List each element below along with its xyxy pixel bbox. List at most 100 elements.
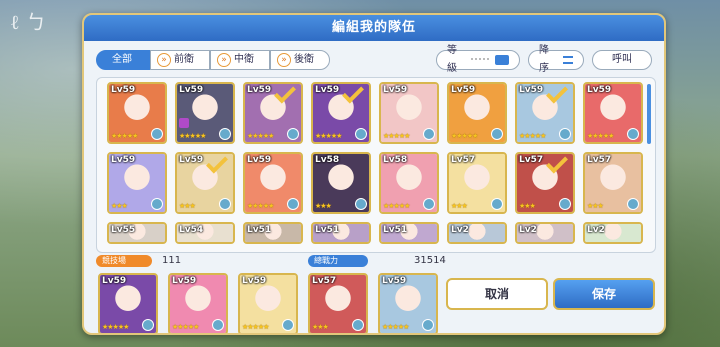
- character-card[interactable]: Lv57 ★★★: [583, 152, 643, 214]
- character-card[interactable]: Lv59 ★★★★★: [378, 273, 438, 333]
- character-roster-grid[interactable]: Lv59 ★★★★★ Lv59 ★★★★★ Lv59 ★★★★★ Lv59 ★★★★★ Lv59…: [96, 77, 656, 253]
- character-level: Lv55: [111, 225, 136, 235]
- rank-icon: [287, 198, 299, 210]
- character-level: Lv57: [312, 276, 337, 286]
- character-card[interactable]: Lv59 ★★★★★: [311, 82, 371, 144]
- rank-icon: [491, 198, 503, 210]
- save-button[interactable]: 保存: [553, 278, 655, 310]
- rank-icon: [423, 128, 435, 140]
- character-card[interactable]: Lv51: [243, 222, 303, 244]
- filter-front-label: 前衛: [174, 54, 194, 65]
- star-rating: ★★★★★: [383, 202, 410, 210]
- star-rating: ★★★★★: [242, 323, 269, 331]
- character-card[interactable]: Lv59 ★★★: [175, 152, 235, 214]
- star-rating: ★★★: [519, 202, 536, 210]
- star-rating: ★★★★★: [587, 132, 614, 140]
- character-card[interactable]: Lv58 ★★★★★: [379, 152, 439, 214]
- character-card[interactable]: Lv59 ★★★★★: [98, 273, 158, 333]
- character-level: Lv51: [315, 225, 340, 235]
- rank-icon: [287, 128, 299, 140]
- character-level: Lv58: [315, 155, 340, 165]
- character-card[interactable]: Lv59 ★★★★★: [107, 82, 167, 144]
- character-level: Lv59: [519, 85, 544, 95]
- character-card[interactable]: Lv2: [583, 222, 643, 244]
- character-card[interactable]: Lv59 ★★★★★: [243, 152, 303, 214]
- cancel-button[interactable]: 取消: [446, 278, 548, 310]
- character-card[interactable]: Lv59 ★★★★★: [447, 82, 507, 144]
- total-power-value: 31514: [414, 255, 446, 266]
- rank-icon: [627, 198, 639, 210]
- character-level: Lv59: [247, 85, 272, 95]
- character-card[interactable]: Lv51: [379, 222, 439, 244]
- rank-icon: [355, 128, 367, 140]
- roster-scrollbar[interactable]: [647, 84, 651, 144]
- rank-icon: [423, 198, 435, 210]
- sort-level-button[interactable]: 等級: [436, 45, 520, 74]
- arena-value: 111: [162, 255, 182, 266]
- character-card[interactable]: Lv57 ★★★: [515, 152, 575, 214]
- star-rating: ★★★: [451, 202, 468, 210]
- call-label: 呼叫: [612, 54, 632, 65]
- dialog-title: 編組我的隊伍: [84, 15, 664, 41]
- character-card[interactable]: Lv59 ★★★★★: [379, 82, 439, 144]
- character-card[interactable]: Lv59 ★★★★★: [583, 82, 643, 144]
- star-rating: ★★★: [587, 202, 604, 210]
- character-card[interactable]: Lv59 ★★★: [107, 152, 167, 214]
- star-rating: ★★★: [312, 323, 329, 331]
- rank-icon: [142, 319, 154, 331]
- character-level: Lv57: [451, 155, 476, 165]
- rank-icon: [151, 128, 163, 140]
- star-rating: ★★★★★: [382, 323, 409, 331]
- character-card[interactable]: Lv54: [175, 222, 235, 244]
- character-card[interactable]: Lv57 ★★★: [447, 152, 507, 214]
- character-level: Lv59: [111, 85, 136, 95]
- character-level: Lv57: [587, 155, 612, 165]
- rank-icon: [559, 128, 571, 140]
- star-rating: ★★★★★: [179, 132, 206, 140]
- character-level: Lv59: [179, 155, 204, 165]
- character-level: Lv57: [519, 155, 544, 165]
- toggle-icon: [494, 55, 509, 65]
- star-rating: ★★★: [179, 202, 196, 210]
- character-level: Lv59: [111, 155, 136, 165]
- rank-icon: [282, 319, 294, 331]
- character-card[interactable]: Lv51: [311, 222, 371, 244]
- rank-icon: [491, 128, 503, 140]
- character-card[interactable]: Lv2: [447, 222, 507, 244]
- rank-icon: [219, 198, 231, 210]
- character-level: Lv54: [179, 225, 204, 235]
- character-level: Lv59: [179, 85, 204, 95]
- filter-middle-button[interactable]: » 中衛: [210, 50, 270, 70]
- sort-order-button[interactable]: 降序: [528, 45, 584, 74]
- call-button[interactable]: 呼叫: [592, 50, 652, 70]
- character-card[interactable]: Lv59 ★★★★★: [238, 273, 298, 333]
- character-card[interactable]: Lv59 ★★★★★: [243, 82, 303, 144]
- sort-controls: 等級 降序 呼叫: [436, 45, 652, 74]
- character-card[interactable]: Lv57 ★★★: [308, 273, 368, 333]
- character-card[interactable]: Lv58 ★★★: [311, 152, 371, 214]
- filter-all-button[interactable]: 全部: [96, 50, 150, 70]
- dots-icon: [470, 58, 489, 62]
- character-card[interactable]: Lv2: [515, 222, 575, 244]
- filter-front-button[interactable]: » 前衛: [150, 50, 210, 70]
- character-card[interactable]: Lv59 ★★★★★: [515, 82, 575, 144]
- character-card[interactable]: Lv59 ★★★★★: [168, 273, 228, 333]
- character-level: Lv2: [519, 225, 537, 235]
- character-card[interactable]: Lv59 ★★★★★: [175, 82, 235, 144]
- character-level: Lv59: [102, 276, 127, 286]
- rank-icon: [151, 198, 163, 210]
- star-rating: ★★★★★: [102, 323, 129, 331]
- character-level: Lv59: [242, 276, 267, 286]
- rank-icon: [355, 198, 367, 210]
- rank-icon: [559, 198, 571, 210]
- rank-icon: [212, 319, 224, 331]
- star-rating: ★★★★★: [172, 323, 199, 331]
- filter-all-label: 全部: [112, 54, 132, 65]
- character-card[interactable]: Lv55: [107, 222, 167, 244]
- character-level: Lv58: [383, 155, 408, 165]
- character-level: Lv59: [382, 276, 407, 286]
- rank-icon: [627, 128, 639, 140]
- character-level: Lv59: [451, 85, 476, 95]
- filter-back-button[interactable]: » 後衛: [270, 50, 330, 70]
- sort-level-label: 等級: [447, 45, 457, 74]
